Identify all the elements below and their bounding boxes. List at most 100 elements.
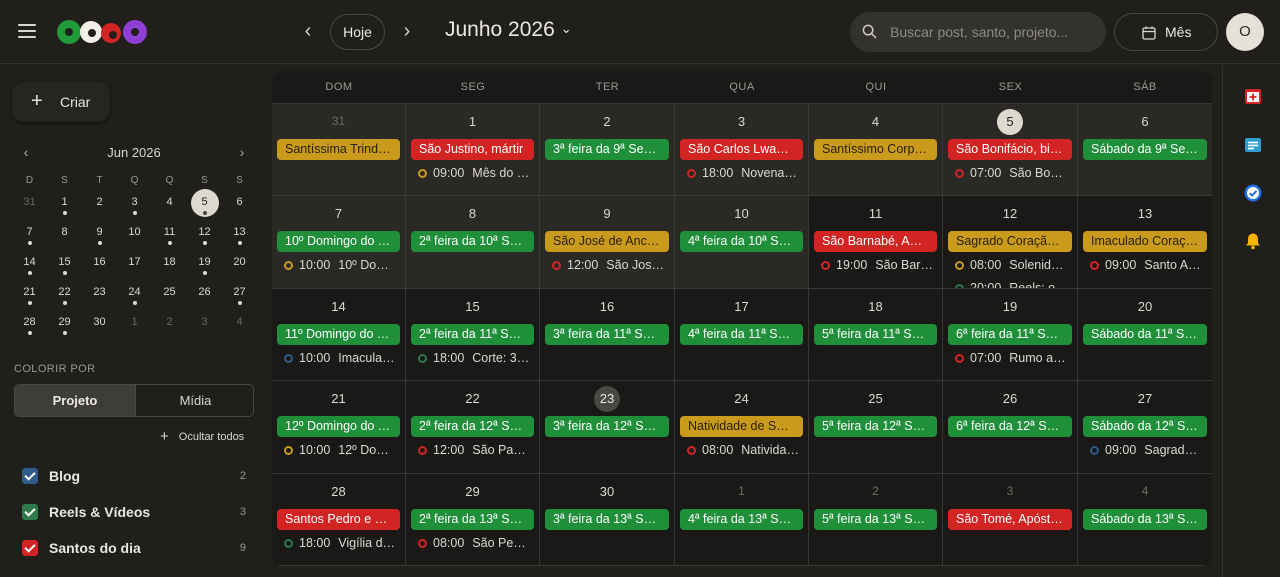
search-input[interactable] — [890, 12, 1095, 52]
calendar-day-cell[interactable]: 13 Imaculado Coração de Maria 09:00 Santo A… — [1078, 196, 1212, 288]
calendar-day-cell[interactable]: 18 5ª feira da 11ª Semana — [809, 288, 943, 381]
calendar-day-cell[interactable]: 5 São Bonifácio, bispo e mártir 07:00 São B… — [943, 104, 1078, 196]
calendar-day-cell[interactable]: 1 São Justino, mártir 09:00 Mês do Sagrado … — [406, 104, 540, 196]
all-day-event[interactable]: Sábado da 11ª Semana — [1083, 323, 1207, 345]
mini-calendar-day[interactable]: 4 — [222, 312, 257, 342]
all-day-event[interactable]: Sábado da 9ª Semana — [1083, 139, 1207, 160]
calendar-day-cell[interactable]: 19 6ª feira da 11ª Semana 07:00 Rumo a Corp… — [943, 288, 1078, 381]
next-month-icon[interactable]: › — [395, 20, 419, 44]
mini-calendar-day[interactable]: 27 — [222, 282, 257, 312]
calendar-day-cell[interactable]: 14 11º Domingo do Tempo Comum 10:00 Imacula… — [272, 288, 406, 381]
today-button[interactable]: Hoje — [330, 14, 385, 50]
calendar-day-cell[interactable]: 4 Sábado da 13ª Semana — [1078, 474, 1212, 565]
mini-calendar-day[interactable]: 26 — [187, 282, 222, 312]
calendar-day-cell[interactable]: 15 2ª feira da 11ª Semana 18:00 Corte: 3 mi… — [406, 288, 540, 381]
all-day-event[interactable]: Santos Pedro e Paulo — [277, 508, 400, 530]
mini-calendar-day[interactable]: 3 — [187, 312, 222, 342]
tasks-check-icon[interactable] — [1243, 183, 1263, 203]
calendar-day-cell[interactable]: 28 Santos Pedro e Paulo 18:00 Vigília de Sã… — [272, 473, 406, 565]
all-day-event[interactable]: São José de Anchieta — [545, 231, 669, 253]
all-day-event[interactable]: Santíssimo Corpo e Sangue de Cristo — [814, 139, 937, 160]
project-item[interactable]: Reels & Vídeos 3 — [22, 502, 252, 522]
create-button[interactable]: + Criar — [12, 82, 110, 122]
timed-event[interactable]: 18:00 Corte: 3 minutos — [418, 349, 531, 367]
timed-event[interactable]: 07:00 São Bonifácio — [955, 164, 1069, 182]
mini-calendar-day[interactable]: 29 — [47, 312, 82, 342]
calendar-day-cell[interactable]: 6 Sábado da 9ª Semana — [1078, 104, 1212, 196]
all-day-event[interactable]: São Bonifácio, bispo e mártir — [948, 139, 1072, 160]
calendar-day-cell[interactable]: 25 5ª feira da 12ª Semana — [809, 381, 943, 473]
bell-icon[interactable] — [1243, 231, 1263, 251]
mini-calendar-day[interactable]: 24 — [117, 282, 152, 312]
all-day-event[interactable]: 6ª feira da 11ª Semana — [948, 323, 1072, 345]
mini-calendar-day[interactable]: 12 — [187, 222, 222, 252]
all-day-event[interactable]: 2ª feira da 13ª Semana — [411, 508, 534, 530]
mini-calendar-day[interactable]: 25 — [152, 282, 187, 312]
all-day-event[interactable]: Sábado da 12ª Semana — [1083, 416, 1207, 438]
menu-icon[interactable] — [18, 24, 36, 38]
mini-calendar-day[interactable]: 11 — [152, 222, 187, 252]
view-selector-button[interactable]: Mês — [1114, 13, 1218, 51]
all-day-event[interactable]: Imaculado Coração de Maria — [1083, 231, 1207, 253]
mini-calendar-day[interactable]: 1 — [117, 312, 152, 342]
checkbox-checked-icon[interactable] — [22, 504, 38, 520]
all-day-event[interactable]: Natividade de São João Batista — [680, 416, 803, 438]
all-day-event[interactable]: 3ª feira da 11ª Semana — [545, 323, 669, 345]
mini-calendar-day[interactable]: 18 — [152, 252, 187, 282]
calendar-day-cell[interactable]: 4 Santíssimo Corpo e Sangue de Cristo — [809, 104, 943, 196]
calendar-day-cell[interactable]: 26 6ª feira da 12ª Semana — [943, 381, 1078, 473]
mini-calendar-day[interactable]: 14 — [12, 252, 47, 282]
mini-next-icon[interactable]: › — [231, 142, 253, 164]
all-day-event[interactable]: 3ª feira da 12ª Semana — [545, 416, 669, 438]
calendar-day-cell[interactable]: 30 3ª feira da 13ª Semana — [540, 473, 675, 565]
calendar-day-cell[interactable]: 1 4ª feira da 13ª Semana — [675, 473, 809, 565]
prev-month-icon[interactable]: ‹ — [296, 20, 320, 44]
all-day-event[interactable]: 3ª feira da 9ª Semana — [545, 139, 669, 160]
all-day-event[interactable]: 2ª feira da 11ª Semana — [411, 323, 534, 345]
search-box[interactable] — [850, 12, 1106, 52]
all-day-event[interactable]: 5ª feira da 13ª Semana — [814, 508, 937, 530]
all-day-event[interactable]: 2ª feira da 10ª Semana — [411, 231, 534, 253]
all-day-event[interactable]: 4ª feira da 13ª Semana — [680, 508, 803, 530]
month-selector[interactable]: Junho 2026 ⌄ — [445, 18, 572, 42]
timed-event[interactable]: 08:00 Solenidade do Sagrado Coração — [955, 256, 1069, 274]
timed-event[interactable]: 18:00 Novena de Santo Antônio — [687, 164, 800, 182]
calendar-day-cell[interactable]: 3 São Tomé, Apóstolo — [943, 473, 1078, 565]
mini-calendar-day[interactable]: 2 — [152, 312, 187, 342]
all-day-event[interactable]: 3ª feira da 13ª Semana — [545, 508, 669, 530]
mini-calendar-day[interactable]: 4 — [152, 192, 187, 222]
calendar-day-cell[interactable]: 23 3ª feira da 12ª Semana — [540, 381, 675, 473]
calendar-day-cell[interactable]: 8 2ª feira da 10ª Semana — [406, 196, 540, 288]
all-day-event[interactable]: 5ª feira da 12ª Semana — [814, 416, 937, 438]
calendar-add-icon[interactable] — [1243, 86, 1263, 106]
timed-event[interactable]: 09:00 Santo Antônio — [1090, 256, 1204, 274]
mini-calendar-day[interactable]: 19 — [187, 252, 222, 282]
mini-calendar-day[interactable]: 30 — [82, 312, 117, 342]
mini-calendar-day[interactable]: 6 — [222, 192, 257, 222]
mini-calendar-day[interactable]: 13 — [222, 222, 257, 252]
avatar[interactable]: O — [1226, 13, 1264, 51]
color-by-project-option[interactable]: Projeto — [15, 385, 135, 416]
mini-calendar-day[interactable]: 10 — [117, 222, 152, 252]
calendar-day-cell[interactable]: 3 São Carlos Lwanga e Companheiros 18:00 No… — [675, 104, 809, 196]
timed-event[interactable]: 19:00 São Barnabé — [821, 256, 934, 274]
timed-event[interactable]: 08:00 Natividade de São João — [687, 441, 800, 459]
mini-calendar-day[interactable]: 21 — [12, 282, 47, 312]
project-item[interactable]: Santos do dia 9 — [22, 538, 252, 558]
mini-calendar-day[interactable]: 3 — [117, 192, 152, 222]
mini-calendar-day[interactable]: 2 — [82, 192, 117, 222]
calendar-day-cell[interactable]: 9 São José de Anchieta 12:00 São José de An… — [540, 196, 675, 288]
timed-event[interactable]: 12:00 São Paulino de Nola — [418, 441, 531, 459]
timed-event[interactable]: 20:00 Reels: o Sagrado Coração — [955, 279, 1069, 288]
timed-event[interactable]: 08:00 São Pedro e São Paulo — [418, 534, 531, 552]
calendar-day-cell[interactable]: 21 12º Domingo do Tempo Comum 10:00 12º Dom… — [272, 381, 406, 473]
calendar-day-cell[interactable]: 2 5ª feira da 13ª Semana — [809, 473, 943, 565]
mini-calendar-day[interactable]: 20 — [222, 252, 257, 282]
project-item[interactable]: Blog 2 — [22, 466, 252, 486]
calendar-day-cell[interactable]: 29 2ª feira da 13ª Semana 08:00 São Pedro e… — [406, 473, 540, 565]
calendar-day-cell[interactable]: 20 Sábado da 11ª Semana — [1078, 288, 1212, 381]
all-day-event[interactable]: 10º Domingo do Tempo Comum — [277, 231, 400, 253]
mini-calendar-day[interactable]: 1 — [47, 192, 82, 222]
mini-calendar-day[interactable]: 22 — [47, 282, 82, 312]
mini-calendar-day[interactable]: 7 — [12, 222, 47, 252]
